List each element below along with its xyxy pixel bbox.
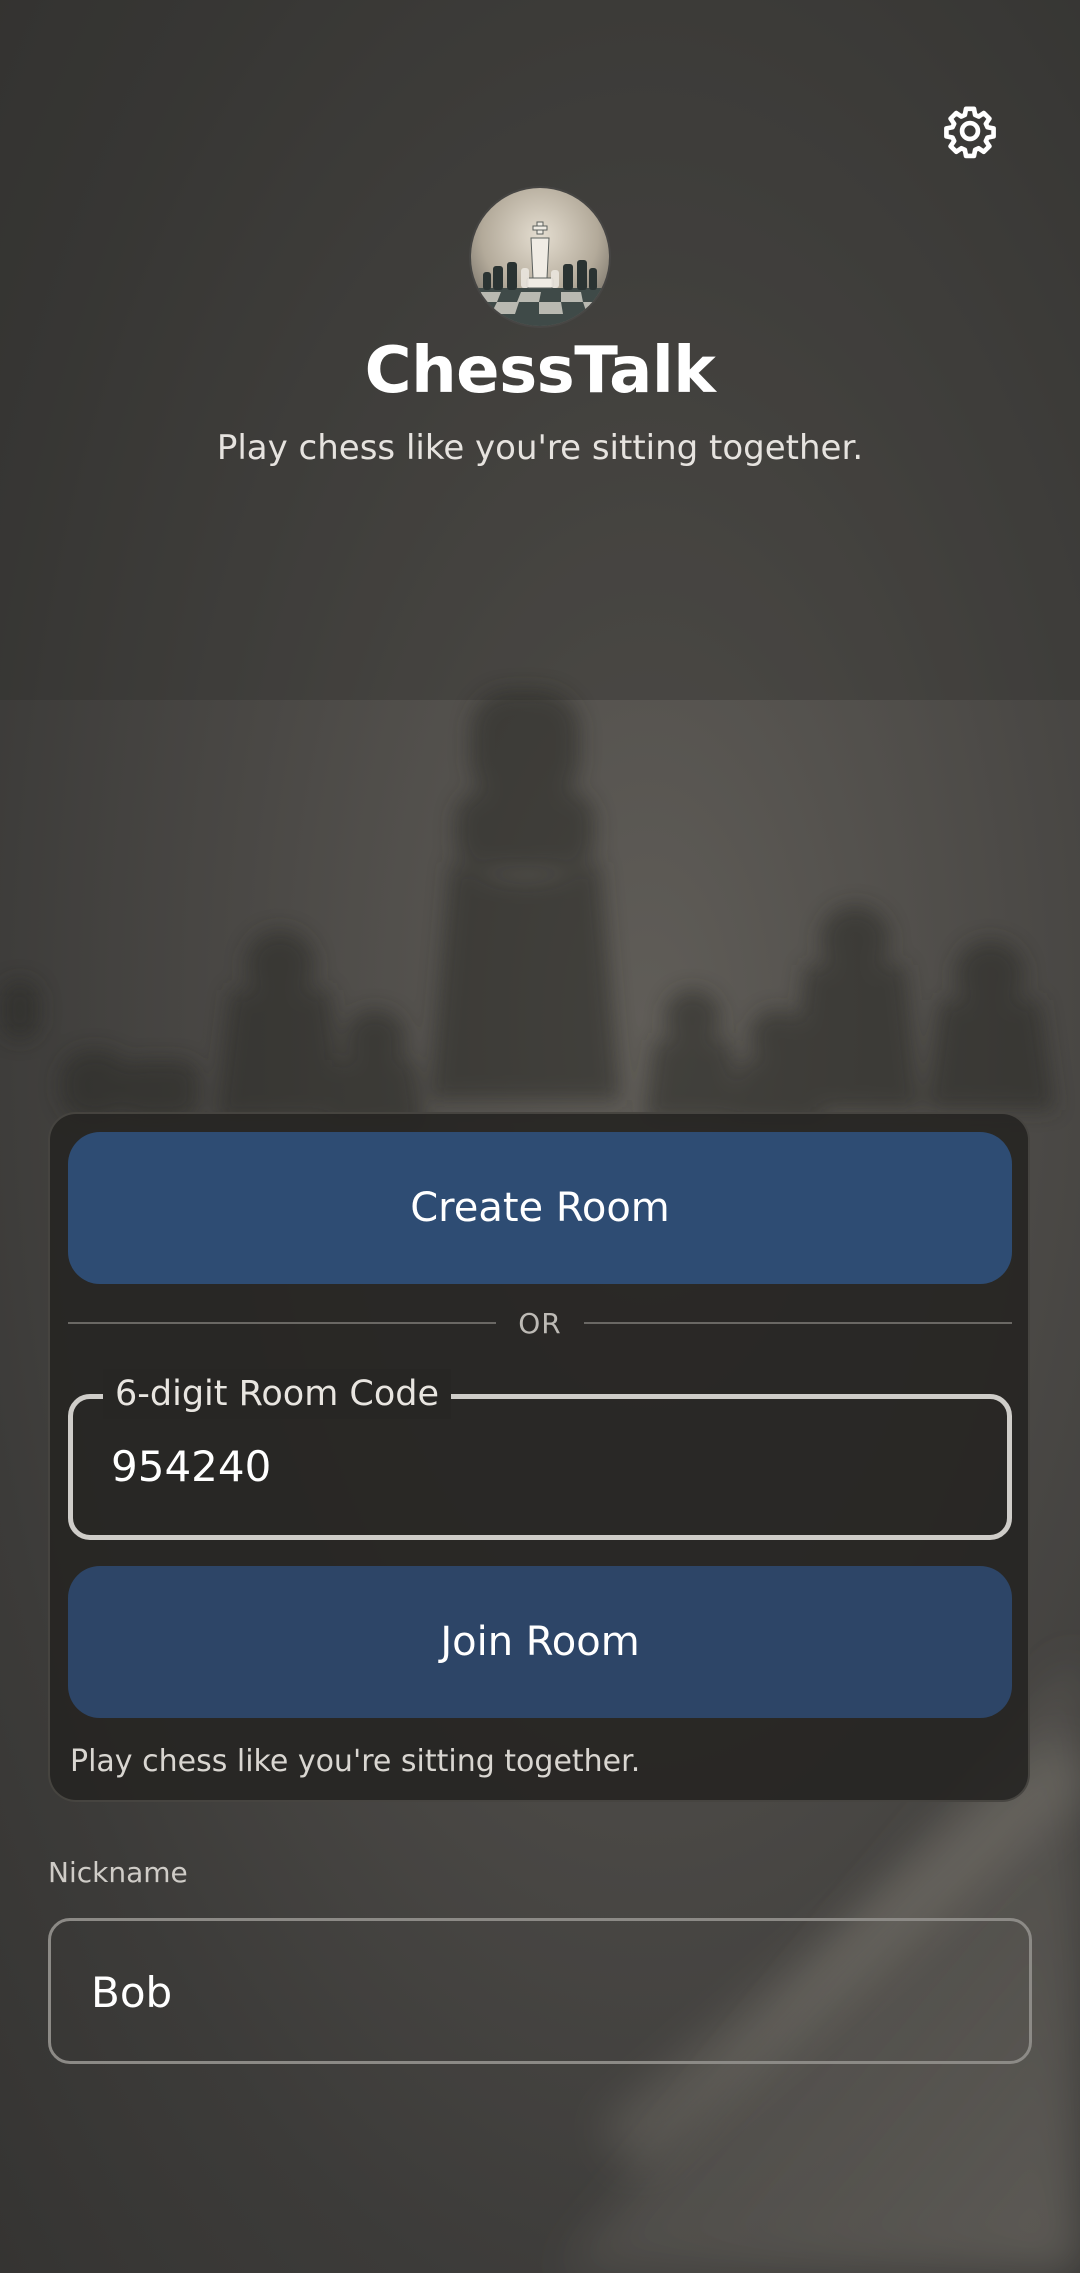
nickname-input[interactable]: [91, 1957, 971, 2027]
room-code-field[interactable]: 6-digit Room Code: [68, 1369, 1012, 1540]
or-divider: OR: [68, 1300, 1012, 1346]
gear-icon: [944, 106, 996, 159]
app-title: ChessTalk: [364, 334, 716, 408]
room-code-input[interactable]: [111, 1431, 971, 1501]
app-logo: [471, 188, 609, 326]
create-room-button[interactable]: Create Room: [68, 1132, 1012, 1284]
app-subtitle: Play chess like you're sitting together.: [216, 428, 864, 468]
divider-line-left: [68, 1322, 497, 1324]
room-code-label: 6-digit Room Code: [103, 1369, 452, 1419]
room-card: Create Room OR 6-digit Room Code Join Ro…: [48, 1112, 1030, 1802]
chess-logo-image: [471, 188, 609, 326]
nickname-field[interactable]: [48, 1918, 1032, 2064]
nickname-label: Nickname: [48, 1856, 188, 1889]
join-room-button[interactable]: Join Room: [68, 1566, 1012, 1718]
or-text: OR: [518, 1306, 562, 1340]
settings-button[interactable]: [935, 96, 1005, 166]
card-footer-text: Play chess like you're sitting together.: [70, 1744, 641, 1779]
divider-line-right: [583, 1322, 1012, 1324]
